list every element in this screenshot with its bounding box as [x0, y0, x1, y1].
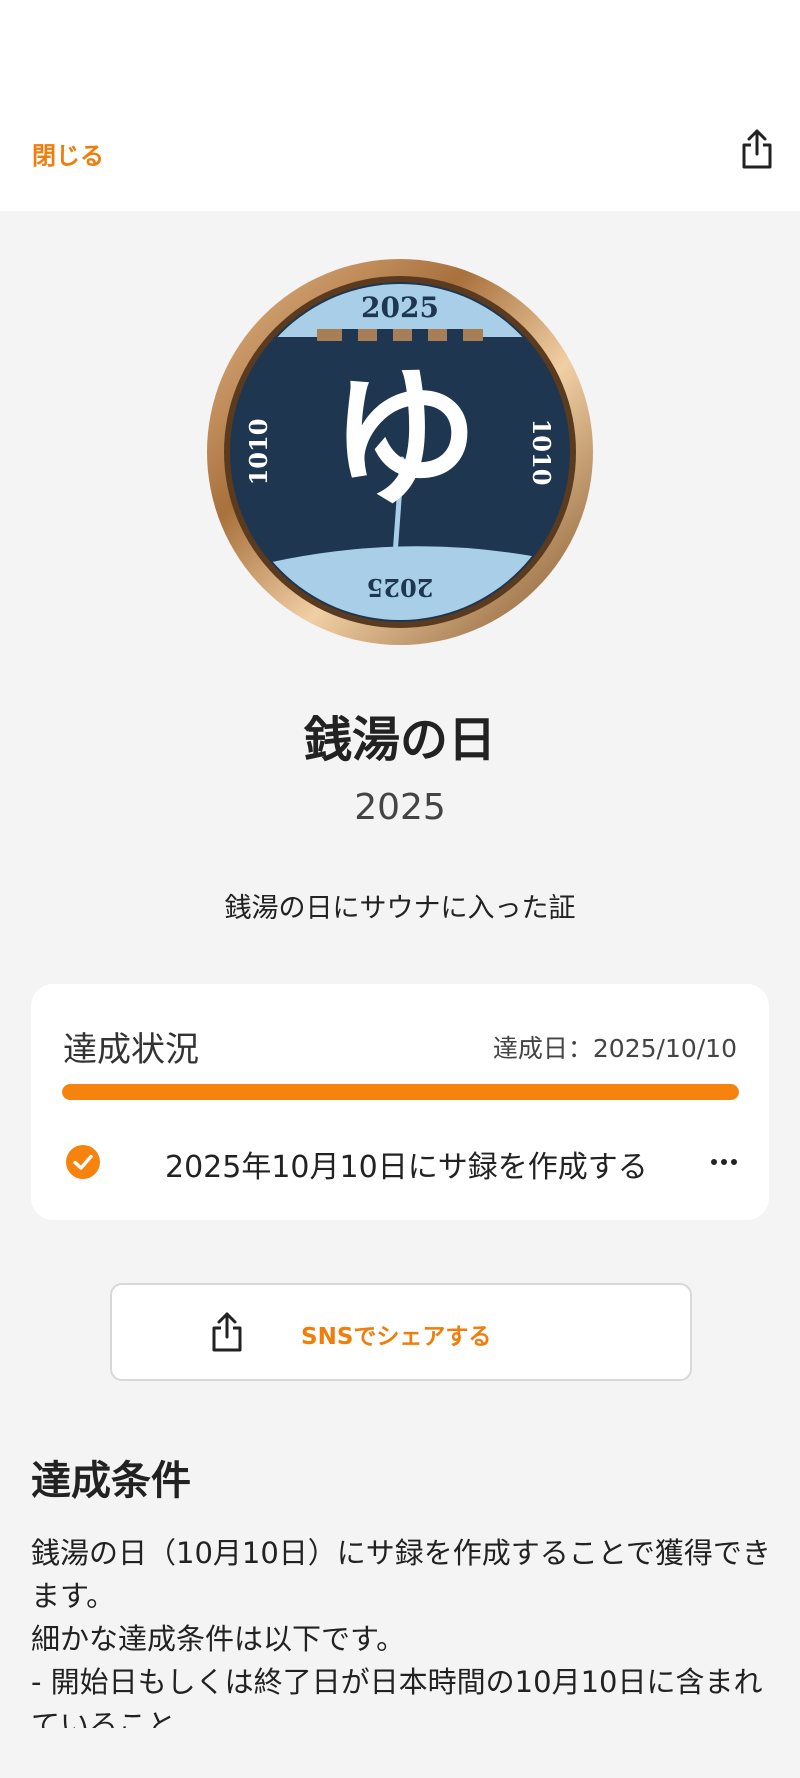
conditions-title: 達成条件: [31, 1458, 191, 1504]
progress-bar-fill: [62, 1084, 739, 1100]
share-icon[interactable]: [740, 128, 774, 170]
status-card-title: 達成状況: [63, 1030, 199, 1070]
sns-share-button[interactable]: SNSでシェアする: [110, 1283, 692, 1381]
progress-bar: [62, 1084, 739, 1100]
achievement-badge: 2025 2025 1010 1010 ゆ: [207, 259, 593, 645]
badge-side-right: 1010: [527, 419, 556, 486]
conditions-line: 細かな達成条件は以下です。: [31, 1622, 406, 1656]
top-bar: 閉じる: [0, 0, 800, 211]
badge-character: ゆ: [329, 353, 479, 527]
more-icon[interactable]: [709, 1150, 739, 1174]
share-icon: [212, 1312, 242, 1352]
task-label: 2025年10月10日にサ録を作成する: [165, 1150, 648, 1185]
conditions-line: 銭湯の日（10月10日）にサ録を作成することで獲得できます。: [31, 1536, 771, 1613]
badge-year-top: 2025: [361, 291, 439, 324]
achievement-description: 銭湯の日にサウナに入った証: [224, 893, 576, 924]
close-button[interactable]: 閉じる: [32, 136, 104, 171]
badge-side-left: 1010: [244, 419, 273, 486]
status-card: 達成状況 達成日：2025/10/10 2025年10月10日にサ録を作成する: [31, 984, 769, 1220]
badge-year-bottom: 2025: [367, 573, 434, 602]
achievement-year: 2025: [354, 787, 446, 828]
check-circle-icon: [66, 1145, 100, 1179]
achievement-title: 銭湯の日: [303, 712, 496, 768]
task-row: 2025年10月10日にサ録を作成する: [63, 1142, 739, 1185]
achieved-date: 達成日：2025/10/10: [492, 1034, 737, 1063]
conditions-body: 銭湯の日（10月10日）にサ録を作成することで獲得できます。 細かな達成条件は以…: [31, 1532, 771, 1728]
conditions-line: - 開始日もしくは終了日が日本時間の10月10日に含まれていること: [31, 1665, 763, 1728]
sns-share-label: SNSでシェアする: [301, 1324, 492, 1350]
